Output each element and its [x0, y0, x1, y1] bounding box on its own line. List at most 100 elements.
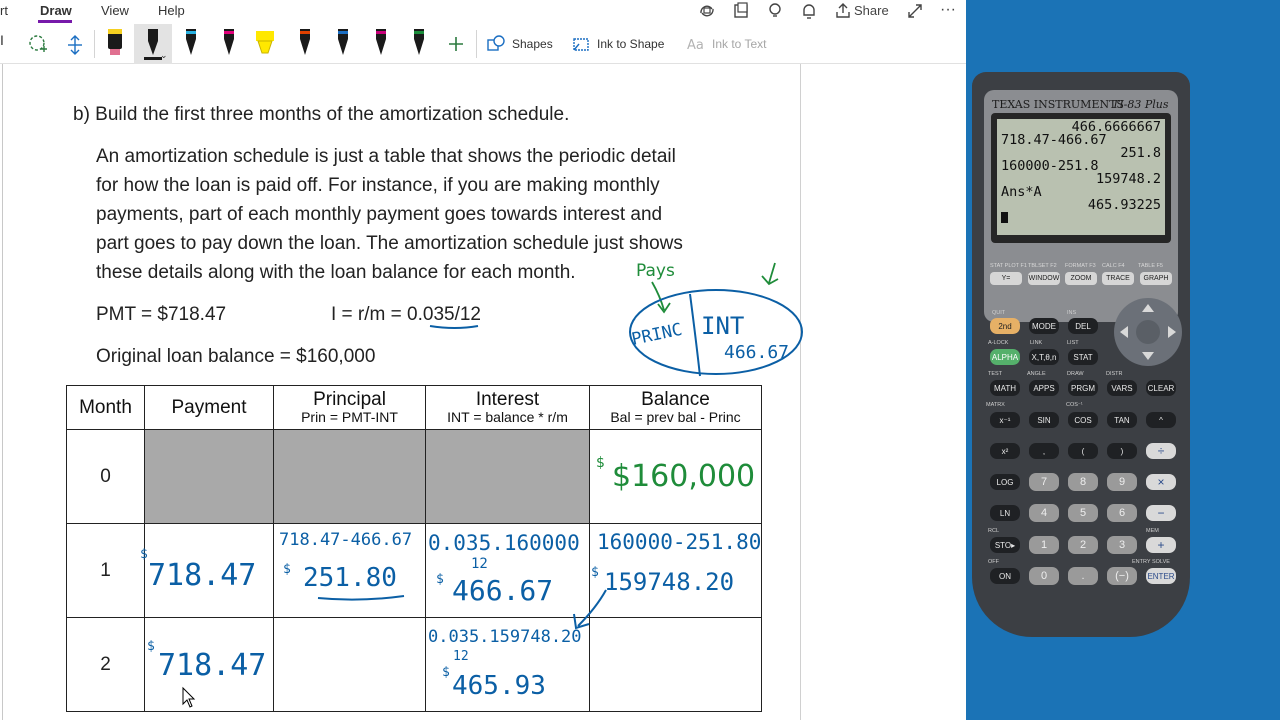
toolbar-divider-2	[476, 30, 477, 58]
balance-cell[interactable]	[589, 617, 762, 712]
key-mode[interactable]: MODE	[1029, 318, 1059, 334]
balance-cell[interactable]	[589, 429, 762, 524]
key-sin[interactable]: SIN	[1029, 412, 1059, 428]
key-y-equals[interactable]: Y=	[990, 272, 1022, 285]
key-inverse[interactable]: x⁻¹	[990, 412, 1020, 428]
key-window[interactable]: WINDOW	[1028, 272, 1060, 285]
key-square[interactable]: x²	[990, 443, 1020, 459]
yellow-highlighter-icon[interactable]	[254, 27, 276, 61]
key-trace[interactable]: TRACE	[1102, 272, 1134, 285]
key-cos[interactable]: COS	[1068, 412, 1098, 428]
key-4[interactable]: 4	[1029, 504, 1059, 522]
key-label-quit: QUIT	[992, 310, 1006, 316]
ink-to-shape-button[interactable]: Ink to Shape	[571, 26, 664, 62]
balance-cell[interactable]	[589, 523, 762, 618]
header-payment: Payment	[144, 385, 274, 430]
interest-cell[interactable]	[425, 523, 590, 618]
header-month-label: Month	[79, 396, 132, 418]
lasso-select-icon[interactable]	[28, 34, 48, 54]
key-apps[interactable]: APPS	[1029, 380, 1059, 396]
blue-pen-icon[interactable]	[332, 27, 354, 61]
shapes-button[interactable]: Shapes	[486, 26, 553, 62]
key-vars[interactable]: VARS	[1107, 380, 1137, 396]
ink-to-text-label: Ink to Text	[712, 37, 767, 51]
key-xton[interactable]: X,T,θ,n	[1029, 349, 1059, 365]
key-del[interactable]: DEL	[1068, 318, 1098, 334]
key-add[interactable]: +	[1146, 537, 1176, 553]
lightbulb-icon[interactable]	[766, 2, 784, 20]
chevron-down-icon[interactable]: ⌄	[160, 50, 168, 61]
key-on[interactable]: ON	[990, 568, 1020, 584]
more-options-button[interactable]: ···	[940, 1, 956, 19]
key-label-rcl: RCL	[988, 528, 1000, 534]
key-7[interactable]: 7	[1029, 473, 1059, 491]
magenta-pen-icon[interactable]	[218, 27, 240, 61]
key-label-alock: A-LOCK	[988, 340, 1009, 346]
calculator-dpad[interactable]	[1114, 298, 1182, 366]
tab-help[interactable]: Help	[158, 3, 185, 18]
key-0[interactable]: 0	[1029, 567, 1059, 585]
payment-cell[interactable]	[144, 617, 274, 712]
expand-icon[interactable]	[906, 2, 924, 20]
text-cursor-icon[interactable]: I	[0, 32, 4, 48]
key-graph[interactable]: GRAPH	[1140, 272, 1172, 285]
key-store[interactable]: STO▸	[990, 537, 1020, 553]
tab-insert[interactable]: rt	[0, 3, 8, 18]
immersive-reader-icon[interactable]	[732, 2, 750, 20]
key-6[interactable]: 6	[1107, 504, 1137, 522]
key-multiply[interactable]: ×	[1146, 474, 1176, 490]
key-8[interactable]: 8	[1068, 473, 1098, 491]
key-subtract[interactable]: −	[1146, 505, 1176, 521]
key-clear[interactable]: CLEAR	[1146, 380, 1176, 396]
key-2nd[interactable]: 2nd	[990, 318, 1020, 334]
principal-cell[interactable]	[273, 617, 426, 712]
key-negate[interactable]: (−)	[1107, 567, 1137, 585]
ink-to-text-button[interactable]: Aa Ink to Text	[686, 26, 766, 62]
key-power[interactable]: ^	[1146, 412, 1176, 428]
key-enter[interactable]: ENTER	[1146, 568, 1176, 584]
orange-pen-icon[interactable]	[294, 27, 316, 61]
key-left-paren[interactable]: (	[1068, 443, 1098, 459]
shapes-label: Shapes	[512, 37, 553, 51]
black-pen-2-icon[interactable]	[180, 27, 202, 61]
bell-icon[interactable]	[800, 2, 818, 20]
key-9[interactable]: 9	[1107, 473, 1137, 491]
month-cell: 2	[66, 617, 145, 712]
table-row: 0	[66, 429, 762, 524]
fkey-label: STAT PLOT F1	[990, 263, 1027, 269]
tab-draw[interactable]: Draw	[40, 3, 72, 18]
onenote-window: rt Draw View Help Share ··· I ⌄ Shapes I…	[0, 0, 966, 720]
key-comma[interactable]: ,	[1029, 443, 1059, 459]
key-alpha[interactable]: ALPHA	[990, 349, 1020, 365]
key-2[interactable]: 2	[1068, 536, 1098, 554]
share-button[interactable]: Share	[854, 3, 889, 18]
key-decimal[interactable]: .	[1068, 567, 1098, 585]
key-5[interactable]: 5	[1068, 504, 1098, 522]
key-zoom[interactable]: ZOOM	[1065, 272, 1097, 285]
sync-status-icon[interactable]	[698, 2, 716, 20]
payment-cell[interactable]	[144, 523, 274, 618]
header-balance-formula: Bal = prev bal - Princ	[610, 409, 741, 425]
add-space-icon[interactable]	[66, 34, 84, 56]
key-divide[interactable]: ÷	[1146, 443, 1176, 459]
share-icon[interactable]	[834, 2, 852, 20]
green-pen-icon[interactable]	[408, 27, 430, 61]
tab-view[interactable]: View	[101, 3, 129, 18]
add-pen-icon[interactable]	[446, 34, 466, 54]
fkey-label: TBLSET F2	[1028, 263, 1057, 269]
interest-cell[interactable]	[425, 617, 590, 712]
key-1[interactable]: 1	[1029, 536, 1059, 554]
principal-cell[interactable]	[273, 523, 426, 618]
header-balance: Balance Bal = prev bal - Princ	[589, 385, 762, 430]
key-3[interactable]: 3	[1107, 536, 1137, 554]
key-math[interactable]: MATH	[990, 380, 1020, 396]
highlighter-pen-icon[interactable]	[104, 27, 126, 61]
shapes-icon	[487, 35, 505, 51]
key-ln[interactable]: LN	[990, 505, 1020, 521]
key-tan[interactable]: TAN	[1107, 412, 1137, 428]
key-log[interactable]: LOG	[990, 474, 1020, 490]
key-right-paren[interactable]: )	[1107, 443, 1137, 459]
purple-pen-icon[interactable]	[370, 27, 392, 61]
key-prgm[interactable]: PRGM	[1068, 380, 1098, 396]
key-stat[interactable]: STAT	[1068, 349, 1098, 365]
